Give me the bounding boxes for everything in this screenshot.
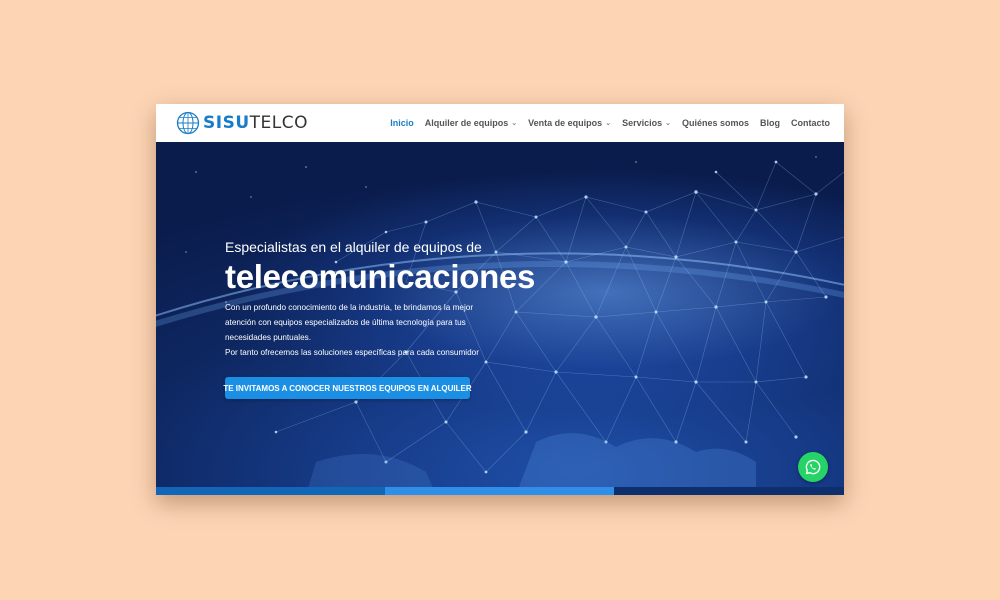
hero-text-block: Especialistas en el alquiler de equipos … xyxy=(225,238,565,360)
slider-segment[interactable] xyxy=(614,487,844,495)
hero-title: telecomunicaciones xyxy=(225,258,536,295)
hero-description: Con un profundo conocimiento de la indus… xyxy=(225,300,565,360)
cta-rental-equipment-button[interactable]: TE INVITAMOS A CONOCER NUESTROS EQUIPOS … xyxy=(223,377,472,399)
hero-subtitle: Especialistas en el alquiler de equipos … xyxy=(225,239,482,255)
logo-wordmark: SISUTELCO xyxy=(203,111,308,135)
chevron-down-icon: ⌄ xyxy=(511,120,518,127)
nav-item-blog[interactable]: Blog xyxy=(760,118,780,128)
nav-item-label: Venta de equipos xyxy=(528,118,603,128)
hero-description-line: atención con equipos especializados de ú… xyxy=(225,318,466,327)
site-logo[interactable]: SISUTELCO xyxy=(176,111,308,135)
logo-text-sisu: SISU xyxy=(203,113,250,133)
nav-item-quienes-somos[interactable]: Quiénes somos xyxy=(682,118,749,128)
nav-item-venta-de-equipos[interactable]: Venta de equipos ⌄ xyxy=(528,118,611,128)
nav-item-label: Servicios xyxy=(622,118,663,128)
logo-text-telco: TELCO xyxy=(249,113,308,133)
nav-item-label: Alquiler de equipos xyxy=(424,118,509,128)
website-screenshot: SISUTELCO Inicio Alquiler de equipos ⌄ V… xyxy=(156,104,844,495)
top-navbar: SISUTELCO Inicio Alquiler de equipos ⌄ V… xyxy=(156,104,844,142)
whatsapp-chat-button[interactable] xyxy=(798,452,828,482)
nav-item-alquiler-de-equipos[interactable]: Alquiler de equipos ⌄ xyxy=(425,118,517,128)
globe-icon xyxy=(176,111,200,135)
hero-description-line: necesidades puntuales. xyxy=(225,333,312,342)
nav-item-inicio[interactable]: Inicio xyxy=(390,118,414,128)
slider-segment[interactable] xyxy=(385,487,614,495)
hero-banner: Especialistas en el alquiler de equipos … xyxy=(156,142,844,495)
whatsapp-icon xyxy=(805,459,821,475)
nav-item-contacto[interactable]: Contacto xyxy=(791,118,830,128)
nav-item-label: Quiénes somos xyxy=(681,118,749,128)
chevron-down-icon: ⌄ xyxy=(665,120,671,127)
slider-segment[interactable] xyxy=(156,487,385,495)
main-menu: Inicio Alquiler de equipos ⌄ Venta de eq… xyxy=(379,104,830,142)
nav-item-label: Blog xyxy=(760,118,780,128)
nav-item-label: Contacto xyxy=(791,118,830,128)
nav-item-servicios[interactable]: Servicios ⌄ xyxy=(622,118,671,128)
hero-description-line: Por tanto ofrecemos las soluciones espec… xyxy=(225,348,479,357)
slider-progress-bar xyxy=(156,487,844,495)
nav-item-label: Inicio xyxy=(390,118,414,128)
hero-description-line: Con un profundo conocimiento de la indus… xyxy=(225,303,474,312)
chevron-down-icon: ⌄ xyxy=(605,120,612,127)
